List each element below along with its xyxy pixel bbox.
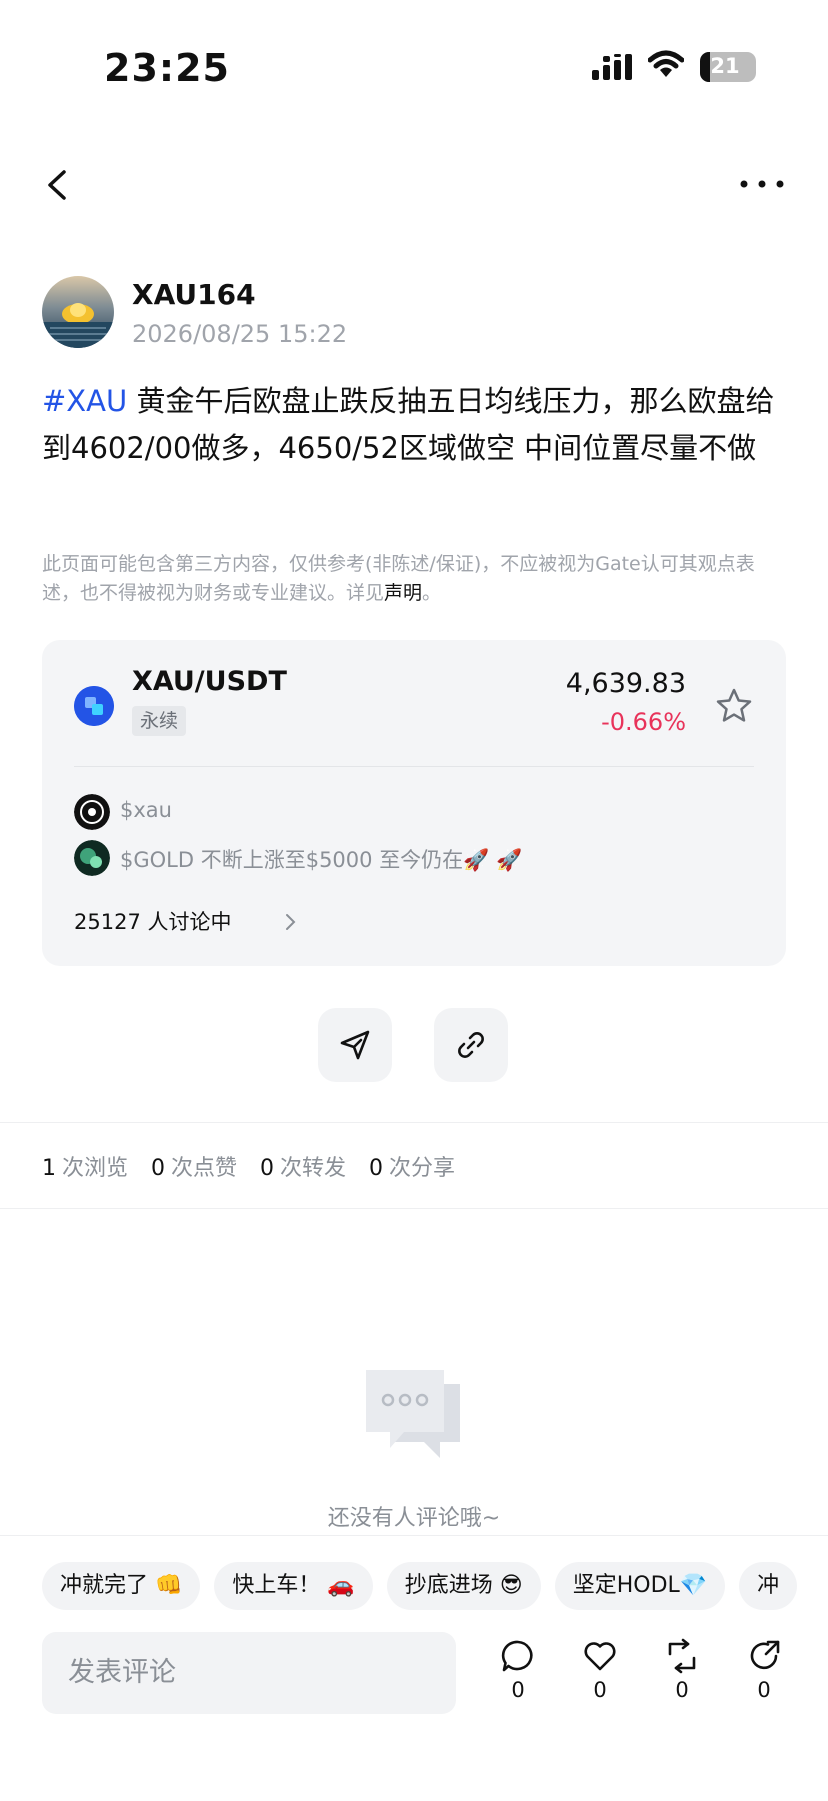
quick-replies: 冲就完了 👊 快上车！ 🚗 抄底进场 😎 坚定HODL💎 冲	[42, 1562, 828, 1612]
comment-icon	[501, 1640, 533, 1672]
pair-name: XAU/USDT	[132, 666, 287, 697]
star-icon[interactable]	[714, 686, 754, 726]
battery-indicator: 21	[700, 52, 756, 82]
discussion-link[interactable]: 25127 人讨论中	[74, 906, 296, 936]
repost-action[interactable]: 0	[652, 1638, 712, 1712]
discussion-count: 25127 人讨论中	[74, 910, 232, 934]
shares-count: 0	[369, 1156, 384, 1181]
send-icon	[340, 1030, 370, 1060]
chevron-right-icon	[286, 914, 296, 930]
heart-icon	[584, 1642, 616, 1671]
price-change: -0.66%	[601, 708, 686, 736]
empty-comments-text: 还没有人评论哦~	[327, 1506, 501, 1531]
reposts-label: 次转发	[280, 1156, 347, 1181]
signal-icon	[592, 54, 632, 80]
disclaimer: 此页面可能包含第三方内容，仅供参考(非陈述/保证)，不应被视为Gate认可其观点…	[42, 550, 788, 608]
pair-price: 4,639.83	[565, 668, 686, 699]
comment-action[interactable]: 0	[488, 1638, 548, 1712]
author-header: XAU164 2026/08/25 15:22	[42, 276, 782, 356]
share-count: 0	[757, 1678, 771, 1702]
like-count: 0	[593, 1678, 607, 1702]
divider	[0, 1208, 828, 1209]
post-hashtag[interactable]: #XAU	[42, 384, 127, 418]
likes-label: 次点赞	[171, 1156, 238, 1181]
post-stats: 1 次浏览 0 次点赞 0 次转发 0 次分享	[42, 1150, 471, 1182]
topic-text: $xau	[120, 798, 172, 822]
wifi-icon	[648, 50, 684, 77]
comment-input[interactable]: 发表评论	[42, 1632, 456, 1714]
more-icon[interactable]	[738, 168, 788, 198]
post-text: 黄金午后欧盘止跌反抽五日均线压力，那么欧盘给到4602/00做多，4650/52…	[42, 384, 775, 465]
market-card[interactable]: XAU/USDT 永续 4,639.83 -0.66% $xau $GOLD 不…	[42, 640, 786, 966]
repost-icon	[668, 1638, 696, 1674]
likes-count: 0	[151, 1156, 166, 1181]
quick-reply-chip[interactable]: 抄底进场 😎	[386, 1562, 541, 1610]
status-bar: 23:25 21	[0, 0, 828, 130]
bottom-bar: 冲就完了 👊 快上车！ 🚗 抄底进场 😎 坚定HODL💎 冲 发表评论 0 0 0 0	[0, 1535, 828, 1801]
send-button[interactable]	[318, 1008, 392, 1082]
disclaimer-link[interactable]: 声明	[384, 582, 422, 604]
avatar[interactable]	[42, 276, 114, 348]
topic-avatar-icon	[74, 840, 110, 876]
views-label: 次浏览	[62, 1156, 129, 1181]
empty-comments-icon	[366, 1370, 460, 1458]
status-time: 23:25	[104, 46, 230, 90]
share-icon	[750, 1640, 780, 1670]
disclaimer-end: 。	[422, 582, 442, 604]
quick-reply-chip[interactable]: 冲	[739, 1562, 798, 1610]
author-name[interactable]: XAU164	[132, 278, 256, 311]
views-count: 1	[42, 1156, 56, 1181]
card-divider	[74, 766, 754, 767]
like-action[interactable]: 0	[570, 1638, 630, 1712]
divider	[0, 1122, 828, 1123]
link-icon	[458, 1032, 484, 1058]
quick-reply-chip[interactable]: 冲就完了 👊	[42, 1562, 201, 1610]
contract-type-badge: 永续	[132, 706, 187, 736]
battery-level: 21	[710, 54, 740, 78]
share-action[interactable]: 0	[734, 1638, 794, 1712]
reposts-count: 0	[260, 1156, 275, 1181]
shares-label: 次分享	[389, 1156, 456, 1181]
post-timestamp: 2026/08/25 15:22	[132, 320, 348, 348]
back-icon[interactable]	[36, 160, 76, 210]
copy-link-button[interactable]	[434, 1008, 508, 1082]
topic-avatar-icon	[74, 794, 110, 830]
topic-text: $GOLD 不断上涨至$5000 至今仍在🚀 🚀	[120, 848, 523, 872]
quick-reply-chip[interactable]: 快上车！ 🚗	[214, 1562, 373, 1610]
quick-reply-chip[interactable]: 坚定HODL💎	[554, 1562, 726, 1610]
post-content: #XAU 黄金午后欧盘止跌反抽五日均线压力，那么欧盘给到4602/00做多，46…	[42, 378, 786, 472]
coin-icon	[74, 686, 114, 726]
repost-count: 0	[675, 1678, 689, 1702]
comment-count: 0	[511, 1678, 525, 1702]
